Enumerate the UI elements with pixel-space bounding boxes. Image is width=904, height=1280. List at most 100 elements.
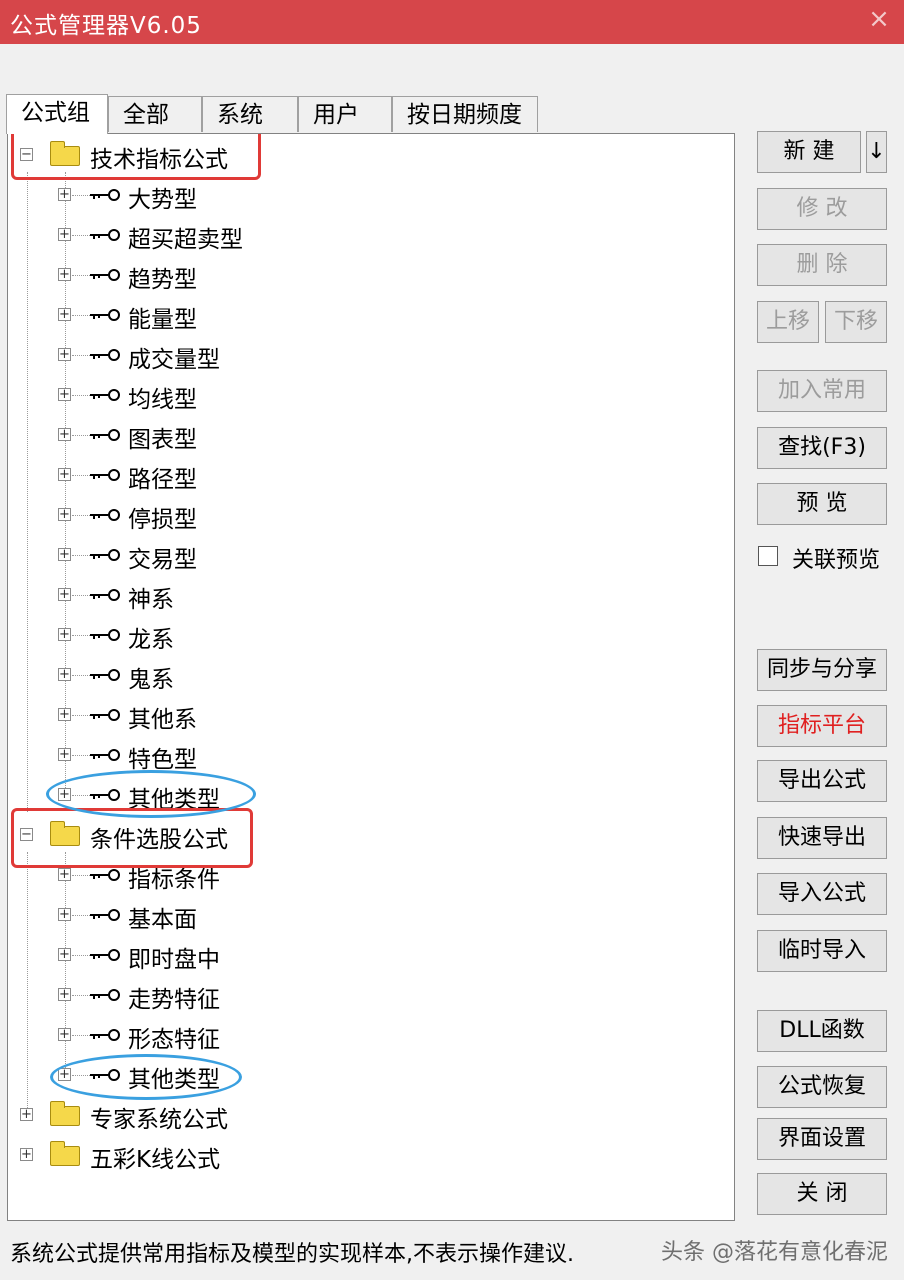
expand-icon[interactable]: + [58, 348, 71, 361]
key-icon [90, 1029, 120, 1041]
move-down-button[interactable]: 下移 [825, 301, 887, 343]
tree-item[interactable]: + 即时盘中 [8, 938, 328, 974]
tree-group-colored-kline[interactable]: + 五彩K线公式 [8, 1138, 308, 1174]
status-text: 系统公式提供常用指标及模型的实现样本,不表示操作建议. [10, 1242, 574, 1267]
tree-group-label: 五彩K线公式 [90, 1147, 221, 1173]
key-icon [90, 229, 120, 241]
expand-icon[interactable]: + [58, 908, 71, 921]
tree-item-label: 成交量型 [128, 347, 220, 373]
tree-item[interactable]: + 趋势型 [8, 258, 328, 294]
key-icon [90, 349, 120, 361]
expand-icon[interactable]: + [20, 1108, 33, 1121]
new-dropdown-arrow-icon[interactable]: ↓ [866, 131, 887, 173]
tree-item[interactable]: + 鬼系 [8, 658, 328, 694]
expand-icon[interactable]: + [58, 628, 71, 641]
expand-icon[interactable]: + [20, 1148, 33, 1161]
ui-settings-button[interactable]: 界面设置 [757, 1118, 887, 1160]
tree-item[interactable]: + 能量型 [8, 298, 328, 334]
key-icon [90, 269, 120, 281]
expand-icon[interactable]: + [58, 668, 71, 681]
key-icon [90, 549, 120, 561]
expand-icon[interactable]: + [58, 228, 71, 241]
expand-icon[interactable]: + [58, 268, 71, 281]
tree-item[interactable]: + 大势型 [8, 178, 328, 214]
key-icon [90, 589, 120, 601]
tree-group-expert-system[interactable]: + 专家系统公式 [8, 1098, 308, 1134]
tree-item-label: 基本面 [128, 907, 197, 933]
expand-icon[interactable]: + [58, 588, 71, 601]
linked-preview-checkbox[interactable] [758, 546, 778, 566]
key-icon [90, 429, 120, 441]
tab-user[interactable]: 用户 [298, 96, 392, 132]
folder-icon [50, 1141, 80, 1166]
tree-item-label: 特色型 [128, 747, 197, 773]
key-icon [90, 629, 120, 641]
tree-item[interactable]: + 路径型 [8, 458, 328, 494]
expand-icon[interactable]: + [58, 428, 71, 441]
tab-all[interactable]: 全部 [108, 96, 202, 132]
folder-icon [50, 1101, 80, 1126]
expand-icon[interactable]: + [58, 988, 71, 1001]
key-icon [90, 309, 120, 321]
tab-formula-group[interactable]: 公式组 [6, 94, 108, 134]
tree-item[interactable]: + 走势特征 [8, 978, 328, 1014]
quick-export-button[interactable]: 快速导出 [757, 817, 887, 859]
window-title: 公式管理器V6.05 [10, 13, 202, 39]
tree-item[interactable]: + 龙系 [8, 618, 328, 654]
tree-item[interactable]: + 图表型 [8, 418, 328, 454]
key-icon [90, 869, 120, 881]
tree-item[interactable]: + 形态特征 [8, 1018, 328, 1054]
preview-button[interactable]: 预 览 [757, 483, 887, 525]
expand-icon[interactable]: + [58, 708, 71, 721]
expand-icon[interactable]: + [58, 508, 71, 521]
key-icon [90, 189, 120, 201]
tree-item[interactable]: + 成交量型 [8, 338, 328, 374]
tree-item[interactable]: + 停损型 [8, 498, 328, 534]
find-button[interactable]: 查找(F3) [757, 427, 887, 469]
temporary-import-button[interactable]: 临时导入 [757, 930, 887, 972]
delete-button[interactable]: 删 除 [757, 244, 887, 286]
formula-restore-button[interactable]: 公式恢复 [757, 1066, 887, 1108]
key-icon [90, 669, 120, 681]
annotation-blue-ellipse [50, 1054, 242, 1100]
tree-item-label: 图表型 [128, 427, 197, 453]
tree-item[interactable]: + 交易型 [8, 538, 328, 574]
tree-item[interactable]: + 均线型 [8, 378, 328, 414]
close-button[interactable]: 关 闭 [757, 1173, 887, 1215]
expand-icon[interactable]: + [58, 1028, 71, 1041]
expand-icon[interactable]: + [58, 868, 71, 881]
tree-item-label: 能量型 [128, 307, 197, 333]
key-icon [90, 469, 120, 481]
key-icon [90, 949, 120, 961]
expand-icon[interactable]: + [58, 948, 71, 961]
import-formula-button[interactable]: 导入公式 [757, 873, 887, 915]
close-icon[interactable]: × [864, 4, 894, 34]
tab-system[interactable]: 系统 [202, 96, 298, 132]
modify-button[interactable]: 修 改 [757, 188, 887, 230]
tree-item-label: 均线型 [128, 387, 197, 413]
expand-icon[interactable]: + [58, 188, 71, 201]
tree-item[interactable]: + 特色型 [8, 738, 328, 774]
tree-item-label: 趋势型 [128, 267, 197, 293]
sync-share-button[interactable]: 同步与分享 [757, 649, 887, 691]
tree-item[interactable]: + 超买超卖型 [8, 218, 328, 254]
key-icon [90, 909, 120, 921]
export-formula-button[interactable]: 导出公式 [757, 760, 887, 802]
add-to-common-button[interactable]: 加入常用 [757, 370, 887, 412]
expand-icon[interactable]: + [58, 548, 71, 561]
formula-tree[interactable]: − 技术指标公式 + 大势型 + 超买超卖型 + 趋势型 + 能量型 + 成交量型 + 均线型 + 图表型… [7, 133, 735, 1221]
indicator-platform-button[interactable]: 指标平台 [757, 705, 887, 747]
expand-icon[interactable]: + [58, 748, 71, 761]
new-button[interactable]: 新 建 [757, 131, 861, 173]
tab-by-date-frequency[interactable]: 按日期频度 [392, 96, 538, 132]
tree-item-label: 其他系 [128, 707, 197, 733]
expand-icon[interactable]: + [58, 468, 71, 481]
dll-function-button[interactable]: DLL函数 [757, 1010, 887, 1052]
expand-icon[interactable]: + [58, 308, 71, 321]
tree-item[interactable]: + 其他系 [8, 698, 328, 734]
expand-icon[interactable]: + [58, 388, 71, 401]
linked-preview-label: 关联预览 [792, 548, 881, 573]
tree-item[interactable]: + 神系 [8, 578, 328, 614]
move-up-button[interactable]: 上移 [757, 301, 819, 343]
tree-item[interactable]: + 基本面 [8, 898, 328, 934]
